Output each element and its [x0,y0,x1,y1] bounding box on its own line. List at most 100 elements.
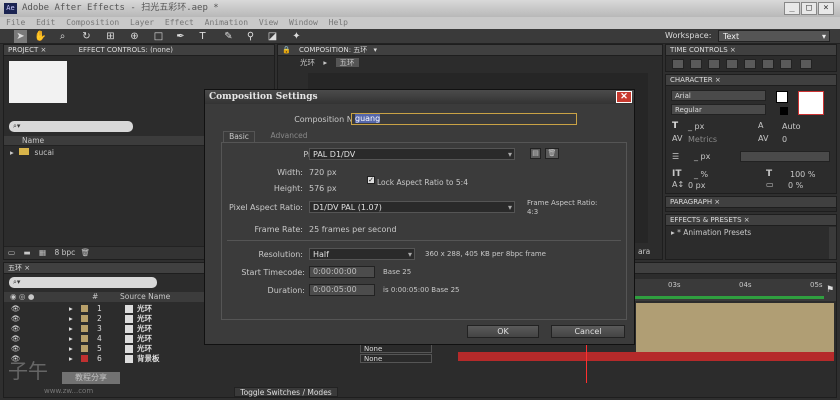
frame-rate-value[interactable]: 25 frames per second [309,225,397,234]
start-timecode-input[interactable]: 0:00:00:00 [309,266,375,278]
resolution-dropdown[interactable]: Half ▾ [309,248,415,260]
save-preset-icon[interactable]: ▤ [530,148,541,159]
horizontal-scale-value[interactable]: 100 % [790,170,815,179]
layer-row[interactable]: 👁 ▸ 1 光环 [9,304,234,314]
eye-icon[interactable]: 👁 [11,334,21,344]
breadcrumb-item[interactable]: 光环 [300,58,315,67]
label-color-swatch[interactable] [81,305,88,312]
tab-effect-controls[interactable]: EFFECT CONTROLS: (none) [79,46,173,54]
column-source-name[interactable]: Source Name [120,292,170,302]
disclosure-triangle-icon[interactable]: ▸ [69,314,73,324]
label-color-swatch[interactable] [81,355,88,362]
project-search-input[interactable]: ⌕▾ [9,121,133,132]
tab-timeline[interactable]: 五环 × [8,264,30,272]
last-frame-button[interactable] [744,59,756,69]
layer-name[interactable]: 光环 [137,314,152,324]
layer-name[interactable]: 光环 [137,334,152,344]
tracking-value[interactable]: 0 [782,135,787,144]
tab-advanced[interactable]: Advanced [259,131,319,142]
stroke-style-dropdown[interactable] [740,151,830,162]
effects-presets-header[interactable]: EFFECTS & PRESETS × [666,215,836,226]
stroke-width-value[interactable]: _ px [694,152,710,161]
bpc-label[interactable]: 8 bpc [54,248,75,257]
audio-button[interactable] [762,59,774,69]
parent-dropdown[interactable]: None [360,344,432,353]
duration-input[interactable]: 0:00:05:00 [309,284,375,296]
tab-basic[interactable]: Basic [223,131,255,142]
vertical-scale-value[interactable]: _ % [694,170,708,179]
comp-button-icon[interactable]: ⚑ [824,279,836,301]
pan-behind-tool-icon[interactable]: ⊕ [128,30,141,43]
dialog-close-button[interactable]: ✕ [616,91,632,103]
rectangle-tool-icon[interactable]: □ [152,30,165,43]
eye-icon[interactable]: 👁 [11,314,21,324]
menu-composition[interactable]: Composition [66,17,119,29]
layer-row[interactable]: 👁 ▸ 5 光环 [9,344,234,354]
disclosure-triangle-icon[interactable]: ▸ [69,344,73,354]
scrollbar[interactable] [829,227,836,259]
menu-file[interactable]: File [6,17,25,29]
paragraph-header[interactable]: PARAGRAPH × [666,197,836,208]
layer-row[interactable]: 👁 ▸ 2 光环 [9,314,234,324]
parent-dropdown[interactable]: None [360,354,432,363]
eye-icon[interactable]: 👁 [11,304,21,314]
layer-row[interactable]: 👁 ▸ 3 光环 [9,324,234,334]
chevron-down-icon[interactable]: ▾ [374,46,378,54]
trash-icon[interactable]: 🗑 [81,248,91,257]
label-column-icon[interactable]: # [92,292,98,302]
layer-name[interactable]: 光环 [137,344,152,354]
cancel-button[interactable]: Cancel [551,325,625,338]
breadcrumb-item-current[interactable]: 五环 [335,58,359,67]
font-size-value[interactable]: _ px [688,122,704,131]
tab-project[interactable]: PROJECT × [8,46,46,54]
menu-effect[interactable]: Effect [165,17,194,29]
eye-icon[interactable]: 👁 [11,344,21,354]
label-color-swatch[interactable] [81,315,88,322]
lock-icon[interactable]: 🔒 [282,46,291,54]
layer-row[interactable]: 👁 ▸ 4 光环 [9,334,234,344]
label-color-swatch[interactable] [81,335,88,342]
menu-window[interactable]: Window [289,17,318,29]
delete-preset-icon[interactable]: 🗑 [545,148,559,159]
brush-tool-icon[interactable]: ✎ [222,30,235,43]
workspace-dropdown[interactable]: Text ▾ [718,30,830,42]
new-folder-icon[interactable]: ▬ [23,248,30,257]
project-item-folder[interactable]: ▸ sucai [10,148,54,158]
fill-color-swatch[interactable] [776,91,788,103]
timeline-search-input[interactable]: ⌕▾ [9,277,157,288]
menu-edit[interactable]: Edit [36,17,55,29]
label-color-swatch[interactable] [81,345,88,352]
ram-preview-button[interactable] [800,59,812,69]
disclosure-triangle-icon[interactable]: ▸ [69,304,73,314]
layer-name[interactable]: 光环 [137,324,152,334]
height-value[interactable]: 576 px [309,184,337,193]
font-family-dropdown[interactable]: Arial [671,90,766,101]
label-color-swatch[interactable] [81,325,88,332]
kerning-value[interactable]: Metrics [688,135,717,144]
new-composition-icon[interactable]: ▦ [39,248,46,257]
visibility-column-icon[interactable]: ◉ ◎ ● [10,292,34,302]
pen-tool-icon[interactable]: ✒ [174,30,187,43]
layer-bars-light[interactable] [636,303,834,353]
zoom-tool-icon[interactable]: ⌕ [56,30,69,43]
layer-row[interactable]: 👁 ▸ 6 背景板 [9,354,234,364]
tab-composition[interactable]: COMPOSITION: 五环 [299,46,367,54]
layer-bar-background[interactable] [458,352,834,361]
comp-name-input[interactable]: guang [351,113,577,125]
play-button[interactable] [708,59,720,69]
first-frame-button[interactable] [672,59,684,69]
interpret-footage-icon[interactable]: ▭ [8,248,15,257]
clone-stamp-tool-icon[interactable]: ⚲ [244,30,257,43]
layer-name[interactable]: 光环 [137,304,152,314]
disclosure-triangle-icon[interactable]: ▸ [69,354,73,364]
width-value[interactable]: 720 px [309,168,337,177]
eye-icon[interactable]: 👁 [11,354,21,364]
puppet-tool-icon[interactable]: ✦ [290,30,303,43]
selection-tool-icon[interactable]: ➤ [14,30,27,43]
font-style-dropdown[interactable]: Regular [671,104,766,115]
ok-button[interactable]: OK [467,325,539,338]
rotate-tool-icon[interactable]: ↻ [80,30,93,43]
animation-presets-item[interactable]: ▸ * Animation Presets [671,228,827,238]
baseline-shift-value[interactable]: 0 px [688,181,705,190]
camera-view-label[interactable]: ara [638,247,650,256]
